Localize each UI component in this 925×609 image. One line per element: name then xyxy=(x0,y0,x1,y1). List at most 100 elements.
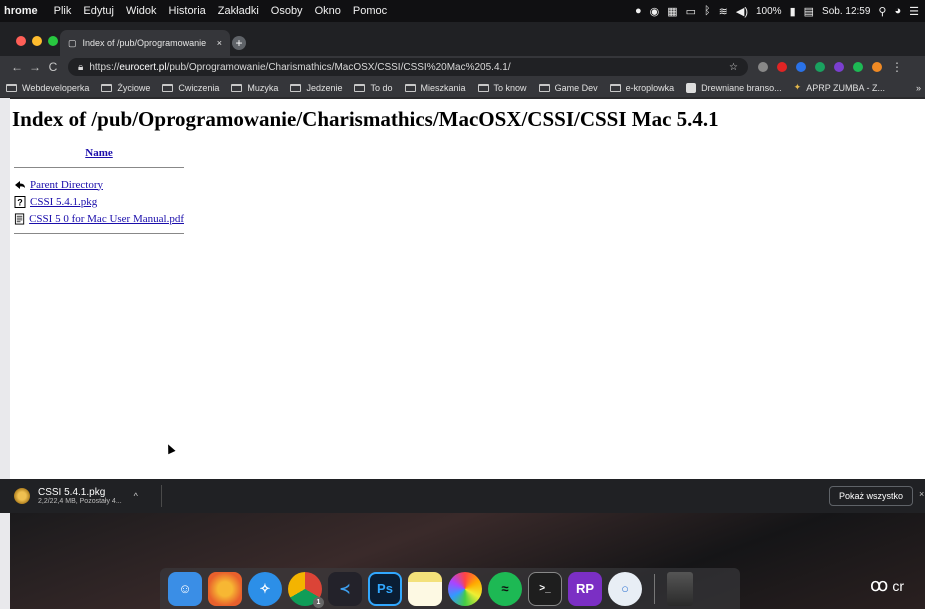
menu-historia[interactable]: Historia xyxy=(163,5,212,17)
bookmark-zyciowe[interactable]: Życiowe xyxy=(95,83,156,93)
bookmark-jedzenie[interactable]: Jedzenie xyxy=(284,83,348,93)
input-source-icon[interactable]: ▤ xyxy=(804,5,814,18)
menu-widok[interactable]: Widok xyxy=(120,5,163,17)
page-favicon-icon: ▢ xyxy=(68,37,77,48)
menu-okno[interactable]: Okno xyxy=(309,5,347,17)
close-download-bar-icon[interactable]: × xyxy=(919,489,924,499)
profile-avatar[interactable] xyxy=(872,62,882,72)
airplay-icon[interactable]: ▭ xyxy=(686,5,696,18)
extension-icon-1[interactable] xyxy=(758,62,768,72)
menu-osoby[interactable]: Osoby xyxy=(265,5,309,17)
tab-close-icon[interactable]: × xyxy=(217,38,222,48)
status-app-icon[interactable]: ◉ xyxy=(650,5,660,18)
trash-icon[interactable] xyxy=(667,571,693,606)
show-all-downloads-button[interactable]: Pokaż wszystko xyxy=(829,486,913,506)
bookmark-muzyka[interactable]: Muzyka xyxy=(225,83,284,93)
bookmarks-overflow-button[interactable]: » xyxy=(916,83,925,93)
zoom-window-button[interactable] xyxy=(48,36,58,46)
bookmark-label: Cwiczenia xyxy=(178,82,220,93)
folder-icon xyxy=(609,83,621,92)
lock-icon[interactable]: 🔒︎ xyxy=(78,62,83,73)
extension-icon-3[interactable] xyxy=(796,62,806,72)
menubar-app-name[interactable]: hrome xyxy=(0,5,48,17)
directory-listing: Name Parent Directory ? CSSI 5.4.1.pkg C… xyxy=(14,147,184,242)
bookmark-label: Muzyka xyxy=(247,82,279,93)
bookmark-to-do[interactable]: To do xyxy=(348,83,398,93)
status-grid-icon[interactable]: ▦ xyxy=(667,5,677,18)
menu-pomoc[interactable]: Pomoc xyxy=(347,5,393,17)
chevron-up-icon[interactable]: ^ xyxy=(134,491,138,501)
bookmark-label: Życiowe xyxy=(117,82,151,93)
pdf-file-link[interactable]: CSSI 5 0 for Mac User Manual.pdf xyxy=(29,213,184,225)
bookmark-label: Mieszkania xyxy=(420,82,466,93)
menu-plik[interactable]: Plik xyxy=(48,5,78,17)
folder-icon xyxy=(354,83,366,92)
extension-icon-2[interactable] xyxy=(777,62,787,72)
terminal-icon[interactable]: >_ xyxy=(528,571,562,606)
download-bar: CSSI 5.4.1.pkg 2,2/22,4 MB, Pozostały 4.… xyxy=(0,479,925,513)
bookmark-label: e-kroplowka xyxy=(625,82,675,93)
extension-icon-6[interactable] xyxy=(853,62,863,72)
page-content: Index of /pub/Oprogramowanie/Charismathi… xyxy=(0,99,925,479)
tab-index-of-pub[interactable]: ▢ Index of /pub/Oprogramowanie × xyxy=(60,30,230,56)
bookmark-game-dev[interactable]: Game Dev xyxy=(533,83,604,93)
extension-icon-4[interactable] xyxy=(815,62,825,72)
safari-icon[interactable]: ✧ xyxy=(248,571,282,606)
spotify-icon[interactable]: ≈ xyxy=(488,571,522,606)
macos-menubar: hrome Plik Edytuj Widok Historia Zakładk… xyxy=(0,0,925,22)
bookmark-aprp-zumba[interactable]: ✦ APRP ZUMBA - Z... xyxy=(788,82,891,93)
menu-zakladki[interactable]: Zakładki xyxy=(212,5,265,17)
forward-button[interactable]: → xyxy=(26,60,44,74)
download-text: CSSI 5.4.1.pkg 2,2/22,4 MB, Pozostały 4.… xyxy=(38,487,122,505)
reload-button[interactable]: C xyxy=(44,60,62,74)
name-sort-link[interactable]: Name xyxy=(85,147,113,159)
folder-icon xyxy=(477,83,489,92)
menu-edytuj[interactable]: Edytuj xyxy=(77,5,120,17)
divider-bottom xyxy=(14,233,184,234)
bookmark-label: To do xyxy=(370,82,393,93)
status-circle-icon[interactable]: ● xyxy=(635,5,642,17)
bluetooth-icon[interactable]: ᛒ xyxy=(704,5,711,17)
wifi-icon[interactable]: ≋ xyxy=(719,5,728,18)
menubar-clock[interactable]: Sob. 12:59 xyxy=(822,6,870,17)
bookmark-mieszkania[interactable]: Mieszkania xyxy=(399,83,472,93)
bookmark-drewniane[interactable]: Drewniane branso... xyxy=(680,82,788,93)
close-window-button[interactable] xyxy=(16,36,26,46)
photos-icon[interactable] xyxy=(448,571,482,606)
battery-percentage[interactable]: 100% xyxy=(756,6,782,17)
chrome-icon[interactable]: 1 xyxy=(288,571,324,608)
chrome-menu-icon[interactable]: ⋮ xyxy=(891,60,903,74)
photoshop-icon[interactable]: Ps xyxy=(368,571,402,606)
notification-center-icon[interactable]: ☰ xyxy=(909,5,919,18)
extension-icon-5[interactable] xyxy=(834,62,844,72)
battery-icon[interactable]: ▮ xyxy=(790,5,796,18)
spotlight-search-icon[interactable]: ⚲ xyxy=(878,5,886,18)
minimize-window-button[interactable] xyxy=(32,36,42,46)
firefox-icon[interactable] xyxy=(208,571,242,606)
bookmark-star-icon[interactable]: ☆ xyxy=(729,62,738,73)
bookmark-to-know[interactable]: To know xyxy=(472,83,533,93)
vscode-icon[interactable]: ≺ xyxy=(328,571,362,606)
bookmark-e-kroplowka[interactable]: e-kroplowka xyxy=(604,83,681,93)
rapidweaver-icon[interactable]: RP xyxy=(568,571,602,606)
star-favicon-icon: ✦ xyxy=(793,82,802,92)
bookmark-webdeveloperka[interactable]: Webdeveloperka xyxy=(0,83,95,93)
proxyman-icon[interactable]: ○ xyxy=(608,571,642,606)
notes-icon[interactable] xyxy=(408,571,442,606)
finder-icon[interactable]: ☺ xyxy=(168,571,202,606)
mouse-pointer-icon xyxy=(164,442,176,455)
bookmark-cwiczenia[interactable]: Cwiczenia xyxy=(156,83,225,93)
menubar-status-area: ● ◉ ▦ ▭ ᛒ ≋ ◀) 100% ▮ ▤ Sob. 12:59 ⚲ ◕ ☰ xyxy=(635,5,925,18)
name-column-header: Name xyxy=(14,147,184,165)
volume-icon[interactable]: ◀) xyxy=(736,5,748,18)
address-url[interactable]: https://eurocert.pl/pub/Oprogramowanie/C… xyxy=(89,62,723,73)
siri-icon[interactable]: ◕ xyxy=(894,5,901,17)
new-tab-button[interactable]: + xyxy=(232,36,246,50)
address-bar[interactable]: 🔒︎ https://eurocert.pl/pub/Oprogramowani… xyxy=(68,58,748,76)
parent-directory-link[interactable]: Parent Directory xyxy=(30,179,103,191)
download-item[interactable]: CSSI 5.4.1.pkg 2,2/22,4 MB, Pozostały 4.… xyxy=(14,485,162,507)
back-button[interactable]: ← xyxy=(8,60,26,74)
folder-icon xyxy=(6,83,17,92)
pkg-file-link[interactable]: CSSI 5.4.1.pkg xyxy=(30,196,97,208)
dock: ☺ ✧ 1 ≺ Ps ≈ >_ RP ○ xyxy=(160,568,740,609)
